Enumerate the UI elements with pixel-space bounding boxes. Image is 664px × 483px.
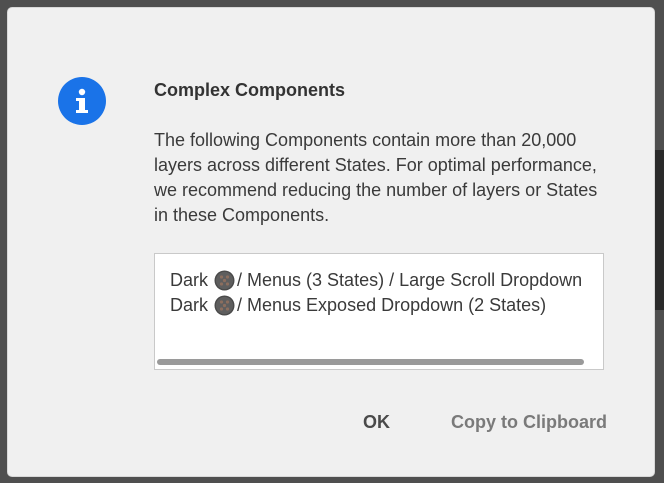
scrollbar-thumb[interactable] <box>157 359 584 365</box>
list-item-prefix: Dark <box>170 270 209 290</box>
ok-button[interactable]: OK <box>363 412 390 433</box>
backdrop-panel-edge <box>654 150 664 310</box>
component-library-icon <box>214 295 235 316</box>
component-library-icon <box>214 270 235 291</box>
component-list[interactable]: Dark / Menus (3 States) / Large Scroll D… <box>154 253 604 370</box>
list-item-path: / Menus (3 States) / Large Scroll Dropdo… <box>237 270 583 290</box>
complex-components-dialog: Complex Components The following Compone… <box>8 8 654 476</box>
list-item-prefix: Dark <box>170 295 209 315</box>
horizontal-scrollbar[interactable] <box>155 359 603 365</box>
info-icon <box>58 77 106 125</box>
list-item: Dark / Menus (3 States) / Large Scroll D… <box>170 270 582 291</box>
list-item-path: / Menus Exposed Dropdown (2 States) <box>237 295 547 315</box>
dialog-message: The following Components contain more th… <box>154 130 598 225</box>
copy-to-clipboard-button[interactable]: Copy to Clipboard <box>451 412 607 433</box>
dialog-title: Complex Components <box>154 80 346 100</box>
list-item: Dark / Menus Exposed Dropdown (2 States) <box>170 295 546 316</box>
